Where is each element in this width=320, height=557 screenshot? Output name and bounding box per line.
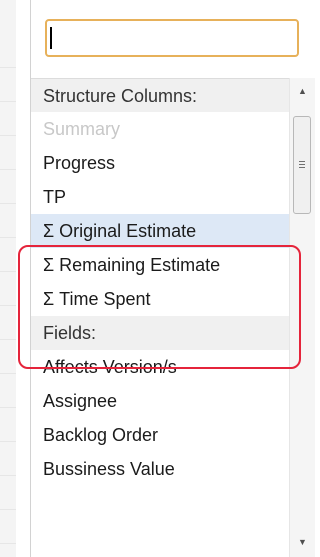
- section-header-structure-columns: Structure Columns:: [31, 78, 289, 112]
- scroll-up-arrow-icon[interactable]: ▲: [290, 82, 315, 100]
- option-remaining-estimate[interactable]: Σ Remaining Estimate: [31, 248, 289, 282]
- section-header-fields: Fields:: [31, 316, 289, 350]
- grid-line: [0, 373, 16, 374]
- grid-line: [0, 407, 16, 408]
- grip-line: [299, 167, 305, 168]
- grid-line: [0, 441, 16, 442]
- scrollbar-thumb[interactable]: [293, 116, 311, 214]
- column-search-input[interactable]: [45, 19, 299, 57]
- scroll-down-arrow-icon[interactable]: ▼: [290, 533, 315, 551]
- grid-line: [0, 339, 16, 340]
- option-business-value[interactable]: Bussiness Value: [31, 452, 289, 486]
- column-options-list: Structure Columns: Summary Progress TP Σ…: [31, 78, 289, 486]
- grid-line: [0, 271, 16, 272]
- grid-line: [0, 203, 16, 204]
- grid-line: [0, 169, 16, 170]
- option-tp[interactable]: TP: [31, 180, 289, 214]
- option-backlog-order[interactable]: Backlog Order: [31, 418, 289, 452]
- grid-line: [0, 101, 16, 102]
- list-scrollbar[interactable]: ▲ ▼: [289, 78, 315, 557]
- grid-line: [0, 543, 16, 544]
- background-grid-strip: [0, 0, 16, 557]
- grid-line: [0, 475, 16, 476]
- grip-line: [299, 161, 305, 162]
- grid-line: [0, 237, 16, 238]
- option-affects-version[interactable]: Affects Version/s: [31, 350, 289, 384]
- option-time-spent[interactable]: Σ Time Spent: [31, 282, 289, 316]
- option-progress[interactable]: Progress: [31, 146, 289, 180]
- option-original-estimate[interactable]: Σ Original Estimate: [31, 214, 289, 248]
- grip-line: [299, 164, 305, 165]
- column-picker-dropdown: Structure Columns: Summary Progress TP Σ…: [30, 0, 320, 557]
- grid-line: [0, 305, 16, 306]
- grid-line: [0, 509, 16, 510]
- grid-line: [0, 67, 16, 68]
- text-caret: [50, 27, 52, 49]
- option-assignee[interactable]: Assignee: [31, 384, 289, 418]
- option-summary: Summary: [43, 119, 121, 139]
- grid-line: [0, 135, 16, 136]
